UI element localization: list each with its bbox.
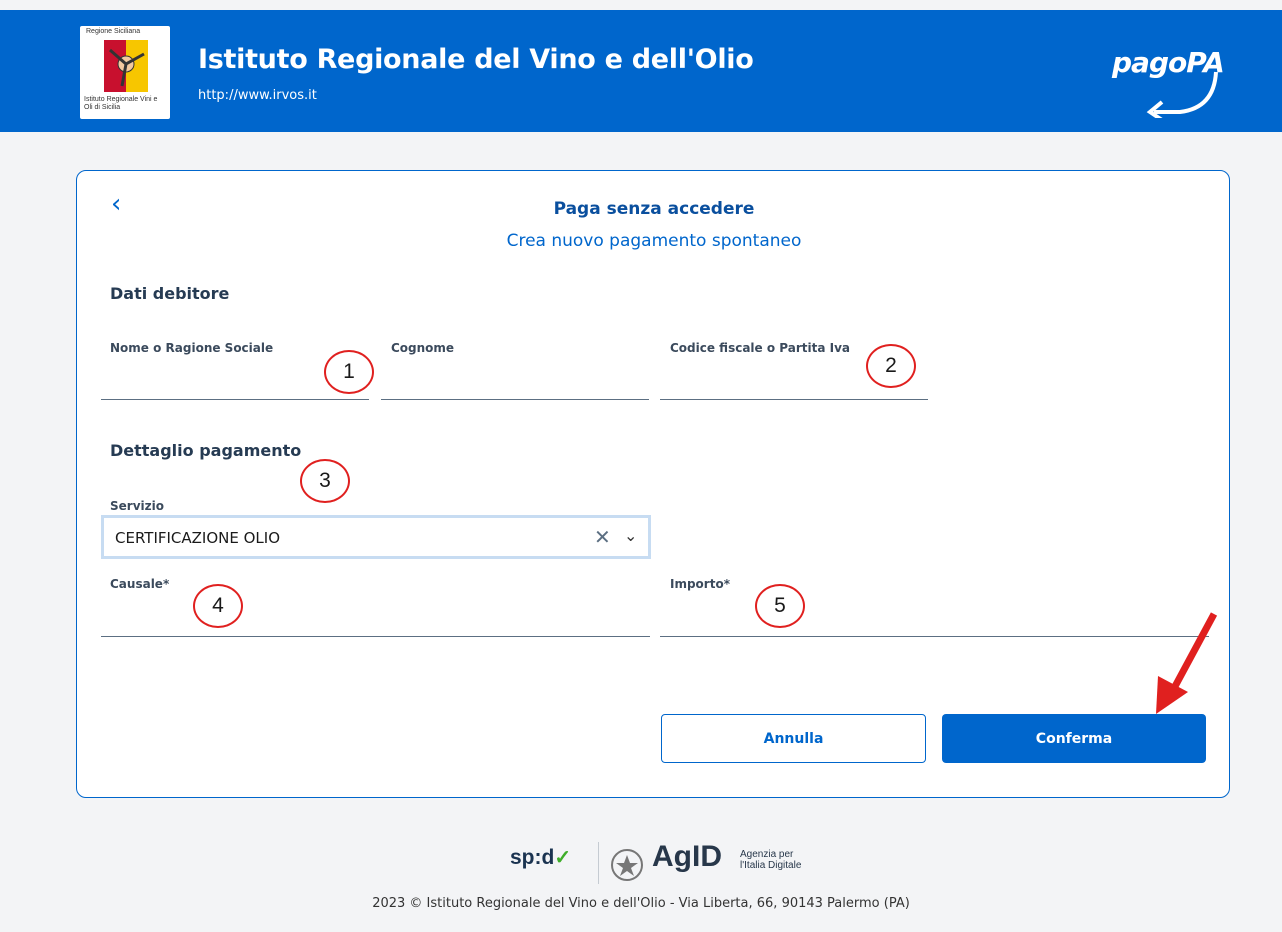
payment-card: ‹ Paga senza accedere Crea nuovo pagamen… [76,170,1230,798]
surname-field[interactable] [381,370,649,400]
annotation-3: 3 [300,459,350,503]
name-label: Nome o Ragione Sociale [110,341,274,355]
service-selected-value: CERTIFICAZIONE OLIO [115,529,281,547]
spid-logo: sp:d✓ [510,845,571,870]
annotation-1: 1 [324,350,374,394]
card-subtitle: Crea nuovo pagamento spontaneo [506,231,802,251]
reason-label: Causale* [110,577,170,591]
footer-divider [598,842,599,884]
logo-top-text: Regione Siciliana [86,28,141,35]
institute-title: Istituto Regionale del Vino e dell'Olio [198,44,754,75]
surname-label: Cognome [391,341,455,355]
annotation-4: 4 [193,584,243,628]
pagopa-arrow-icon [1146,71,1218,118]
annotation-2: 2 [866,344,916,388]
agid-subtitle: Agenzia per l'Italia Digitale [740,849,802,871]
spid-label: sp:d [510,846,555,869]
reason-field[interactable] [101,607,650,637]
clear-icon[interactable]: ✕ [594,525,611,549]
check-icon: ✓ [554,847,572,869]
debtor-section-title: Dati debitore [110,284,230,303]
fiscal-code-label: Codice fiscale o Partita Iva [670,341,851,355]
red-arrow-icon [1156,612,1218,714]
amount-label: Importo* [670,577,730,591]
footer-copyright: 2023 © Istituto Regionale del Vino e del… [372,896,910,911]
institute-url[interactable]: http://www.irvos.it [198,88,317,103]
trinacria-icon [104,40,148,92]
annotation-5: 5 [755,584,805,628]
agid-logo: AgID [652,840,722,873]
app-header: Regione Siciliana Istituto Regionale Vin… [0,10,1282,132]
service-label: Servizio [110,499,164,513]
chevron-down-icon[interactable]: ⌄ [624,526,637,545]
cancel-button[interactable]: Annulla [661,714,926,763]
region-logo[interactable]: Regione Siciliana Istituto Regionale Vin… [80,26,170,119]
payment-section-title: Dettaglio pagamento [110,441,302,460]
service-select[interactable]: CERTIFICAZIONE OLIO ✕ ⌄ [101,515,651,559]
amount-field[interactable] [660,607,1209,637]
italy-emblem-icon [611,849,643,881]
logo-bottom-text: Istituto Regionale Vini e Oli di Sicilia [84,96,158,111]
card-title: Paga senza accedere [553,199,755,219]
confirm-button[interactable]: Conferma [942,714,1206,763]
